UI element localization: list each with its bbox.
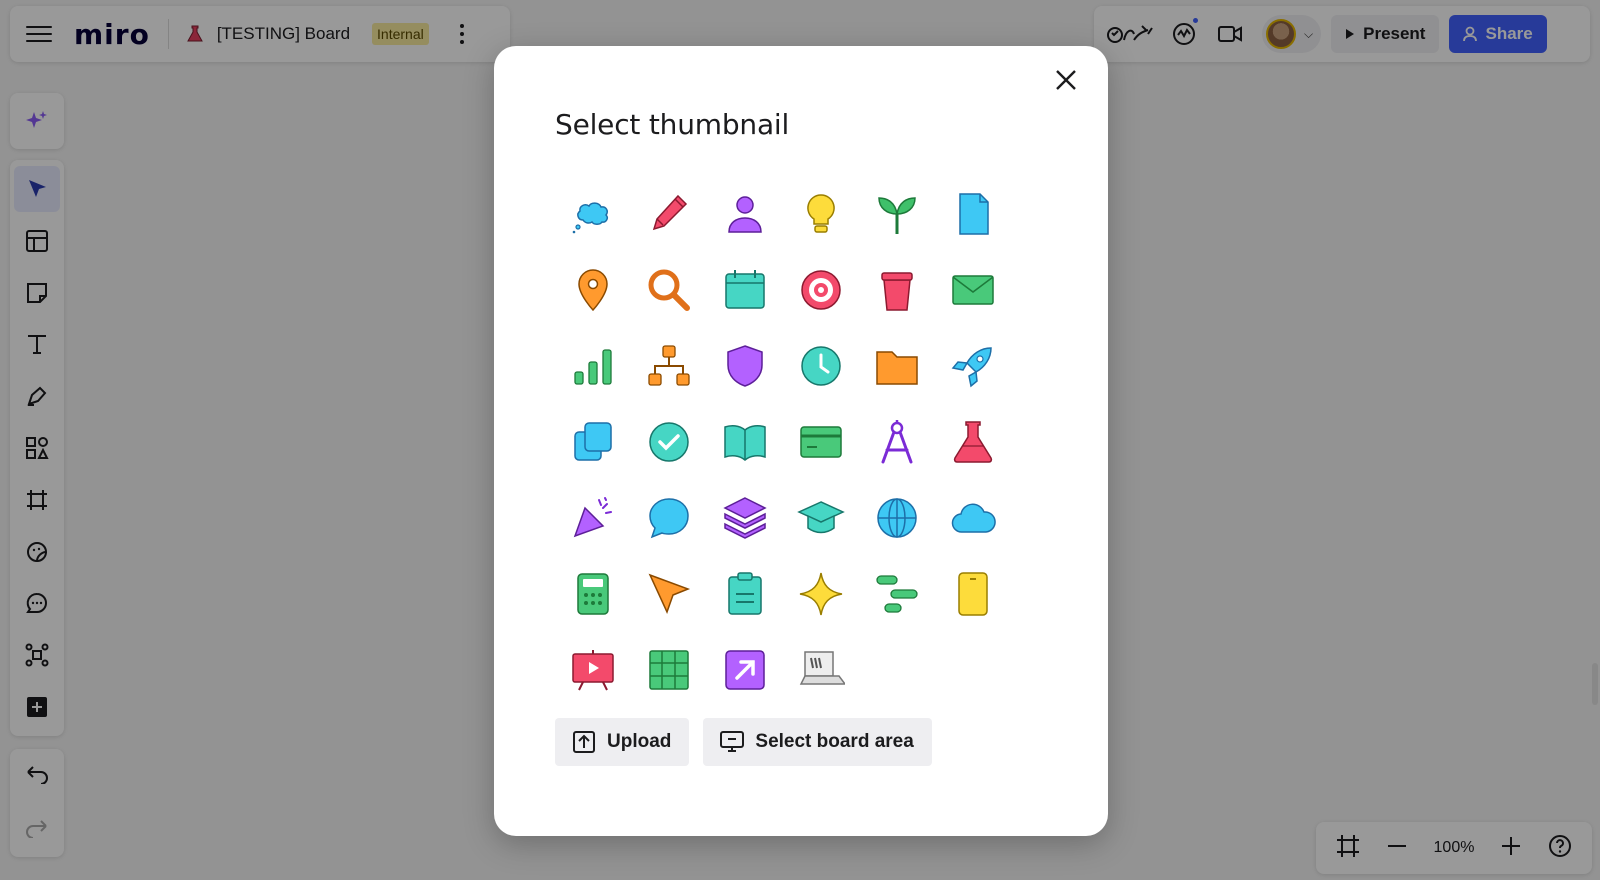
thumbnail-actions: Upload Select board area xyxy=(555,718,932,766)
map-pin-icon[interactable] xyxy=(555,252,631,328)
check-circle-icon[interactable] xyxy=(631,404,707,480)
dialog-title: Select thumbnail xyxy=(555,108,790,141)
select-thumbnail-dialog: Select thumbnail Upload Select board are… xyxy=(494,46,1108,836)
thumbnail-grid xyxy=(555,176,1011,708)
vertical-scrollbar[interactable] xyxy=(1592,663,1598,705)
laptop-miro-icon[interactable] xyxy=(783,632,859,708)
speech-bubble-icon[interactable] xyxy=(631,480,707,556)
folder-icon[interactable] xyxy=(859,328,935,404)
light-bulb-icon[interactable] xyxy=(783,176,859,252)
upload-icon xyxy=(573,731,595,753)
shield-icon[interactable] xyxy=(707,328,783,404)
thought-cloud-icon[interactable] xyxy=(555,176,631,252)
close-button[interactable] xyxy=(1048,62,1084,98)
close-icon xyxy=(1056,70,1076,90)
pencil-icon[interactable] xyxy=(631,176,707,252)
upload-button[interactable]: Upload xyxy=(555,718,690,766)
magnifier-icon[interactable] xyxy=(631,252,707,328)
phone-card-icon[interactable] xyxy=(935,556,1011,632)
clock-icon[interactable] xyxy=(783,328,859,404)
credit-card-icon[interactable] xyxy=(783,404,859,480)
bar-chart-icon[interactable] xyxy=(555,328,631,404)
clipboard-icon[interactable] xyxy=(707,556,783,632)
open-book-icon[interactable] xyxy=(707,404,783,480)
external-link-square-icon[interactable] xyxy=(707,632,783,708)
person-icon[interactable] xyxy=(707,176,783,252)
cup-icon[interactable] xyxy=(859,252,935,328)
envelope-icon[interactable] xyxy=(935,252,1011,328)
calculator-icon[interactable] xyxy=(555,556,631,632)
compass-icon[interactable] xyxy=(859,404,935,480)
org-chart-icon[interactable] xyxy=(631,328,707,404)
copy-squares-icon[interactable] xyxy=(555,404,631,480)
screen-select-icon xyxy=(720,731,745,752)
sparkle-icon[interactable] xyxy=(783,556,859,632)
sprout-icon[interactable] xyxy=(859,176,935,252)
cursor-arrow-icon[interactable] xyxy=(631,556,707,632)
rocket-icon[interactable] xyxy=(935,328,1011,404)
target-icon[interactable] xyxy=(783,252,859,328)
party-popper-icon[interactable] xyxy=(555,480,631,556)
graduation-cap-icon[interactable] xyxy=(783,480,859,556)
select-area-label: Select board area xyxy=(755,731,914,752)
layers-icon[interactable] xyxy=(707,480,783,556)
cloud-icon[interactable] xyxy=(935,480,1011,556)
gantt-bars-icon[interactable] xyxy=(859,556,935,632)
select-board-area-button[interactable]: Select board area xyxy=(703,718,932,766)
flask-icon[interactable] xyxy=(935,404,1011,480)
table-grid-icon[interactable] xyxy=(631,632,707,708)
globe-icon[interactable] xyxy=(859,480,935,556)
document-icon[interactable] xyxy=(935,176,1011,252)
presentation-screen-icon[interactable] xyxy=(555,632,631,708)
upload-label: Upload xyxy=(607,731,672,752)
calendar-icon[interactable] xyxy=(707,252,783,328)
